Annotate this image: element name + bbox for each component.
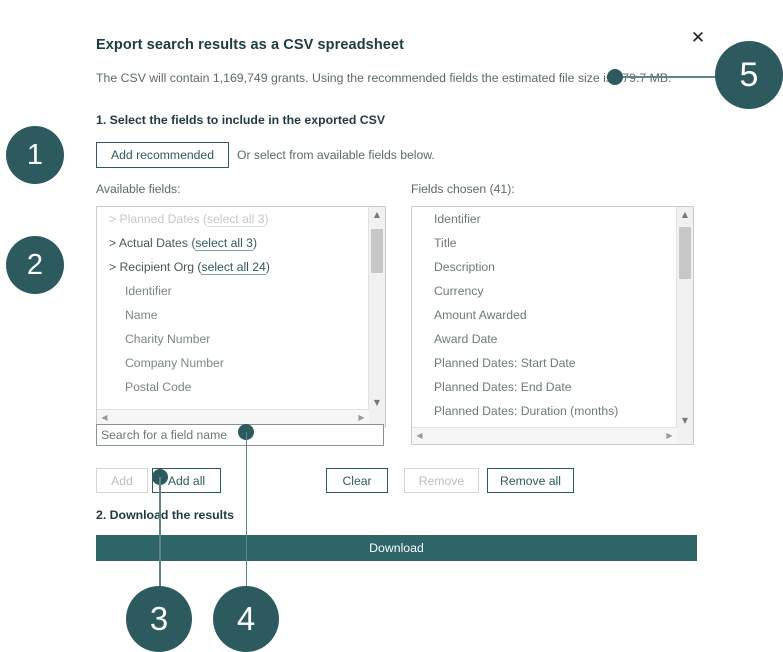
- select-all-link[interactable]: select all 3: [206, 212, 265, 227]
- search-input[interactable]: [96, 424, 384, 446]
- dialog-subtitle: The CSV will contain 1,169,749 grants. U…: [96, 71, 672, 85]
- chosen-vertical-scrollbar[interactable]: ▲ ▼: [676, 207, 693, 428]
- chosen-field-item[interactable]: Planned Dates: Duration (months): [412, 399, 677, 423]
- available-field-item[interactable]: Company Number: [97, 351, 369, 375]
- available-field-item[interactable]: Charity Number: [97, 327, 369, 351]
- field-group-label: > Recipient Org (: [109, 260, 202, 274]
- available-vertical-scrollbar[interactable]: ▲ ▼: [368, 207, 385, 410]
- available-fields-list[interactable]: > Planned Dates (select all 3) > Actual D…: [96, 206, 386, 427]
- chosen-fields-items: Identifier Title Description Currency Amount…: [412, 207, 677, 428]
- chosen-field-item[interactable]: Title: [412, 231, 677, 255]
- chosen-horizontal-scrollbar[interactable]: ◀ ▶: [412, 427, 677, 444]
- field-group-label: > Actual Dates (: [109, 236, 196, 250]
- add-button[interactable]: Add: [96, 468, 148, 493]
- chosen-field-item[interactable]: Description: [412, 255, 677, 279]
- page-title: Export search results as a CSV spreadshe…: [96, 37, 405, 53]
- remove-button[interactable]: Remove: [404, 468, 479, 493]
- available-field-item[interactable]: > Actual Dates (select all 3): [97, 231, 369, 255]
- select-all-link[interactable]: select all 24: [201, 260, 266, 275]
- scroll-down-icon[interactable]: ▼: [677, 413, 693, 428]
- chosen-field-item[interactable]: Amount Awarded: [412, 303, 677, 327]
- chosen-field-item[interactable]: Planned Dates: End Date: [412, 375, 677, 399]
- export-csv-dialog: ✕ Export search results as a CSV spreads…: [0, 0, 783, 652]
- available-field-item[interactable]: > Planned Dates (select all 3): [97, 207, 369, 231]
- available-fields-items: > Planned Dates (select all 3) > Actual D…: [97, 207, 369, 410]
- scroll-right-icon[interactable]: ▶: [662, 428, 677, 444]
- available-fields-label: Available fields:: [96, 182, 181, 196]
- chosen-field-item[interactable]: Identifier: [412, 207, 677, 231]
- available-field-item[interactable]: Identifier: [97, 279, 369, 303]
- scroll-up-icon[interactable]: ▲: [677, 207, 693, 222]
- scrollbar-thumb[interactable]: [371, 229, 383, 273]
- clear-button[interactable]: Clear: [326, 468, 388, 493]
- scrollbar-thumb[interactable]: [679, 227, 691, 279]
- field-group-label: > Planned Dates (: [109, 212, 207, 226]
- fields-chosen-label: Fields chosen (41):: [411, 182, 515, 196]
- or-select-hint: Or select from available fields below.: [237, 148, 435, 162]
- add-recommended-button[interactable]: Add recommended: [96, 142, 229, 168]
- field-group-label-tail: ): [265, 260, 270, 274]
- scroll-up-icon[interactable]: ▲: [369, 207, 385, 222]
- chosen-field-item[interactable]: Award Date: [412, 327, 677, 351]
- select-all-link[interactable]: select all 3: [195, 236, 253, 251]
- download-button[interactable]: Download: [96, 535, 697, 561]
- scroll-down-icon[interactable]: ▼: [369, 395, 385, 410]
- available-field-item[interactable]: Name: [97, 303, 369, 327]
- close-icon[interactable]: ✕: [688, 28, 708, 48]
- scrollbar-corner: [677, 428, 693, 444]
- available-field-item[interactable]: Postal Code: [97, 375, 369, 399]
- scroll-left-icon[interactable]: ◀: [412, 428, 427, 444]
- add-all-button[interactable]: Add all: [152, 468, 221, 493]
- chosen-field-item[interactable]: Planned Dates: Start Date: [412, 351, 677, 375]
- field-group-label-tail: ): [264, 212, 269, 226]
- step-1-heading: 1. Select the fields to include in the e…: [96, 113, 386, 127]
- step-2-heading: 2. Download the results: [96, 508, 235, 522]
- chosen-field-item[interactable]: Currency: [412, 279, 677, 303]
- available-field-item[interactable]: > Recipient Org (select all 24): [97, 255, 369, 279]
- remove-all-button[interactable]: Remove all: [487, 468, 574, 493]
- chosen-fields-list[interactable]: Identifier Title Description Currency Amount…: [411, 206, 694, 445]
- field-group-label-tail: ): [252, 236, 258, 250]
